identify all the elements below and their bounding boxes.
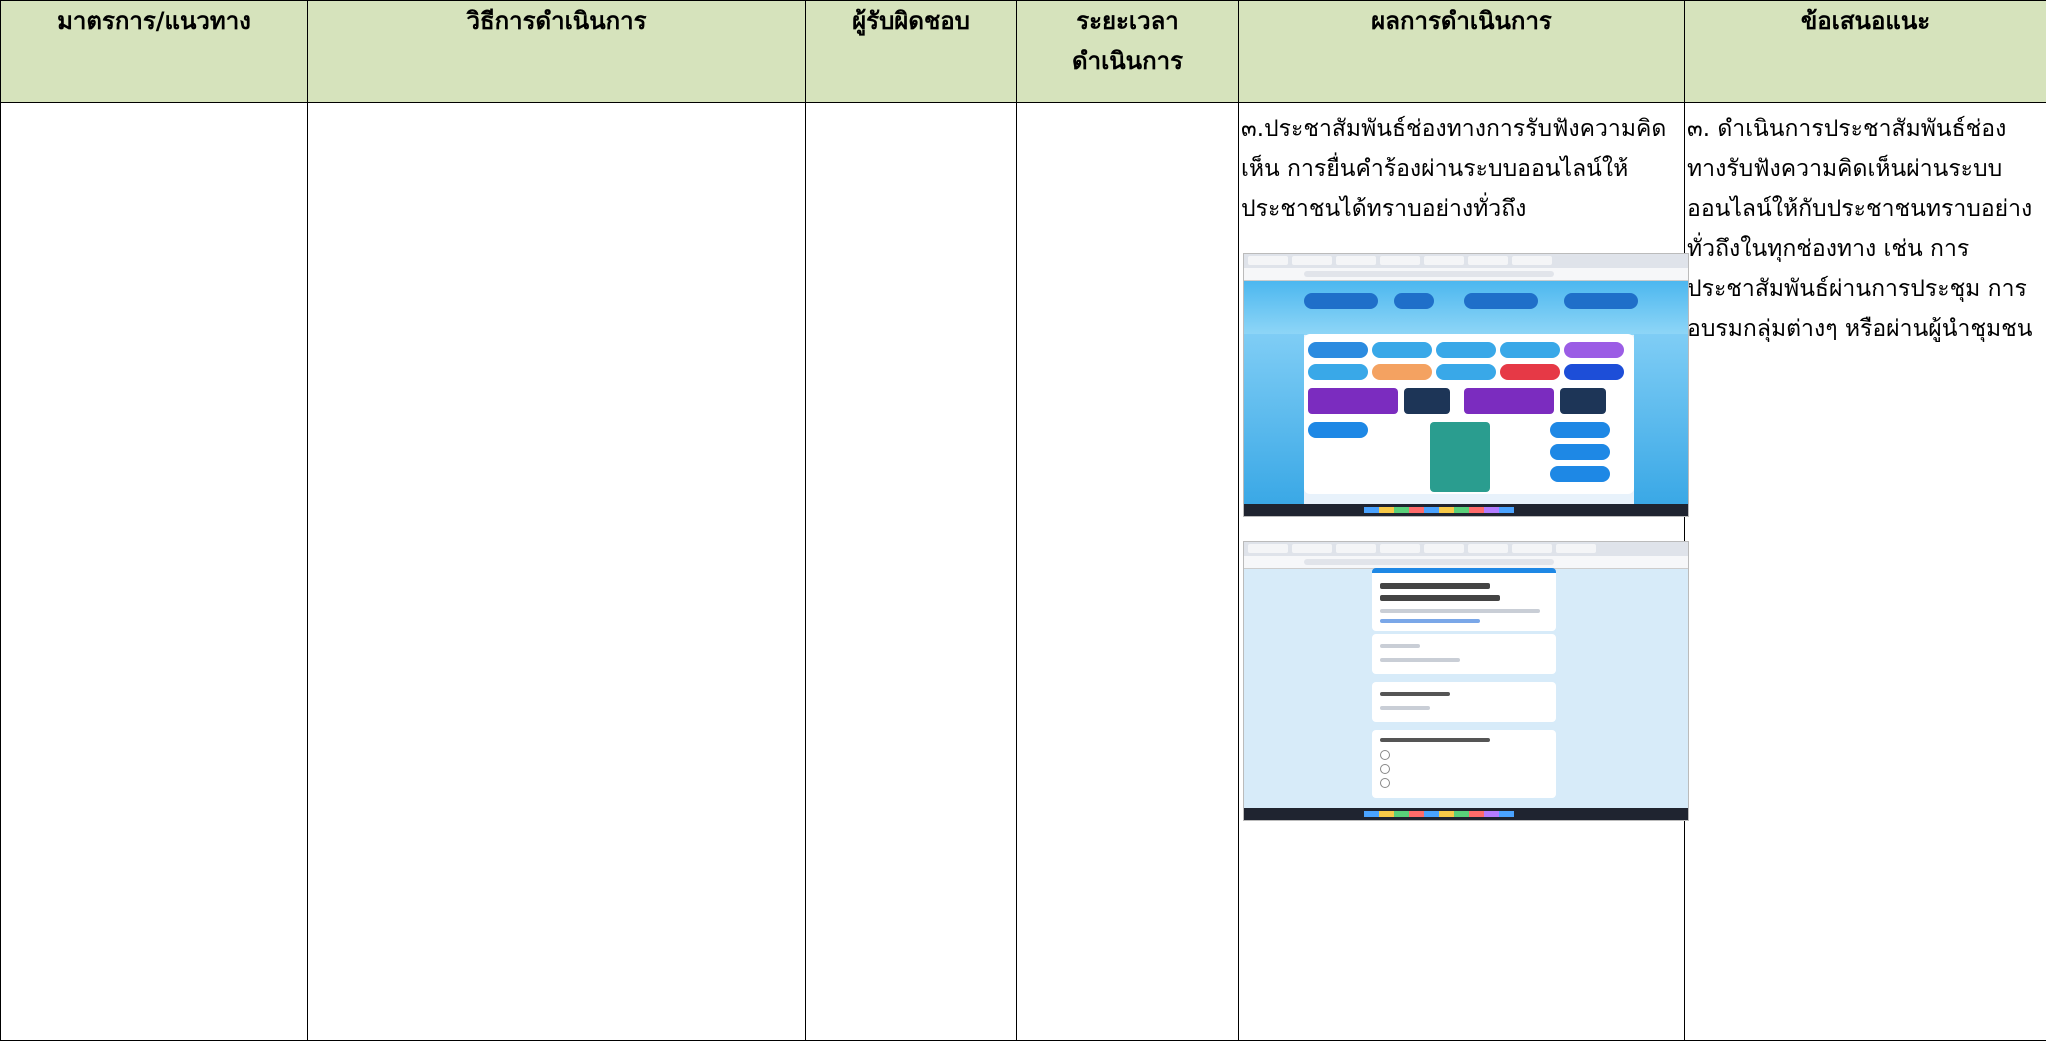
header-row: มาตรการ/แนวทาง วิธีการดำเนินการ ผู้รับผิ…: [0, 0, 2046, 103]
cell-suggestion: ๓. ดำเนินการประชาสัมพันธ์ช่องทางรับฟังคว…: [1684, 102, 2046, 1041]
website-screenshot: [1243, 253, 1689, 517]
header-measure: มาตรการ/แนวทาง: [0, 0, 308, 103]
result-screenshots: [1239, 253, 1689, 821]
header-result: ผลการดำเนินการ: [1238, 0, 1685, 103]
header-suggestion: ข้อเสนอแนะ: [1684, 0, 2046, 103]
google-form-screenshot: [1243, 541, 1689, 821]
header-responsible: ผู้รับผิดชอบ: [805, 0, 1017, 103]
header-method: วิธีการดำเนินการ: [307, 0, 806, 103]
cell-period: [1016, 102, 1239, 1041]
table-row: ๓.ประชาสัมพันธ์ช่องทางการรับฟังความคิดเห…: [0, 102, 2046, 1041]
cell-responsible: [805, 102, 1017, 1041]
header-period: ระยะเวลา ดำเนินการ: [1016, 0, 1239, 103]
report-table: มาตรการ/แนวทาง วิธีการดำเนินการ ผู้รับผิ…: [0, 0, 2046, 1041]
cell-method: [307, 102, 806, 1041]
result-text: ๓.ประชาสัมพันธ์ช่องทางการรับฟังความคิดเห…: [1241, 116, 1667, 222]
header-period-line1: ระยะเวลา: [1076, 7, 1179, 35]
header-period-line2: ดำเนินการ: [1072, 47, 1183, 75]
suggestion-text: ๓. ดำเนินการประชาสัมพันธ์ช่องทางรับฟังคว…: [1687, 116, 2033, 342]
cell-result: ๓.ประชาสัมพันธ์ช่องทางการรับฟังความคิดเห…: [1238, 102, 1689, 1041]
cell-measure: [0, 102, 308, 1041]
